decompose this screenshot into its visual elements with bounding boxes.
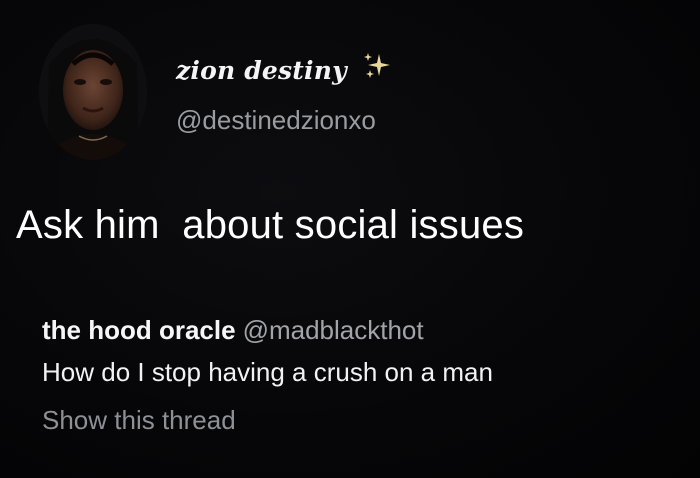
- sparkles-icon: [362, 52, 392, 89]
- quoted-tweet[interactable]: the hood oracle @madblackthot How do I st…: [42, 311, 692, 439]
- display-name-text: zion destiny: [176, 56, 347, 85]
- tweet-text: Ask him about social issues: [16, 203, 525, 247]
- quoted-handle[interactable]: @madblackthot: [243, 315, 424, 345]
- show-thread-link[interactable]: Show this thread: [42, 401, 692, 439]
- profile-photo-icon: [39, 24, 147, 160]
- quoted-tweet-text: How do I stop having a crush on a man: [42, 357, 493, 387]
- display-name[interactable]: zion destiny: [176, 52, 392, 89]
- quoted-tweet-header: the hood oracle @madblackthot: [42, 311, 692, 349]
- avatar[interactable]: [39, 24, 147, 160]
- user-handle[interactable]: @destinedzionxo: [176, 104, 376, 136]
- quoted-display-name[interactable]: the hood oracle: [42, 315, 236, 345]
- tweet-card: zion destiny @destinedzionxo Ask him abo…: [0, 0, 700, 478]
